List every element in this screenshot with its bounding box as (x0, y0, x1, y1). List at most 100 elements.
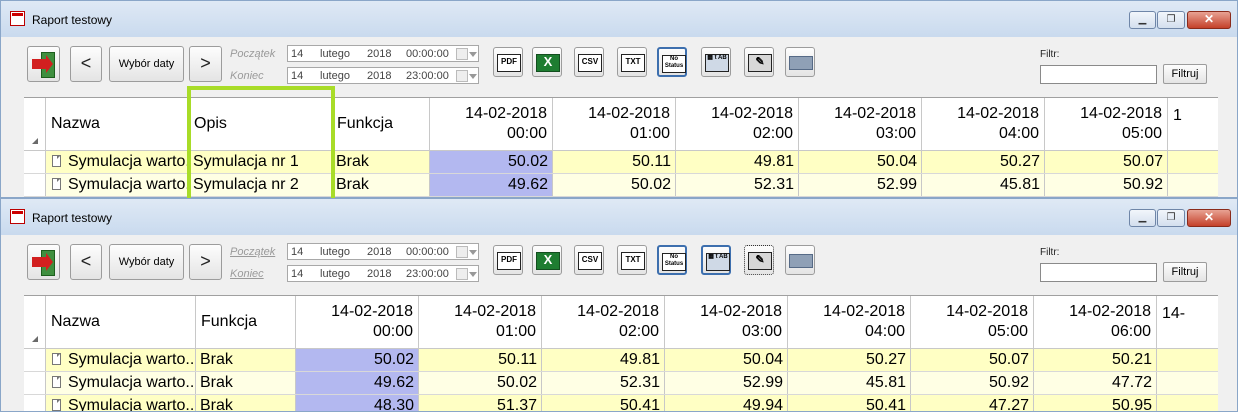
table-row[interactable]: Symulacja warto... Symulacja nr 2 Brak 4… (24, 174, 1218, 197)
toolbar: < Wybór daty > Początek Koniec 14 lutego… (11, 237, 1227, 295)
minimize-button[interactable]: ▁ (1129, 11, 1156, 29)
header-date-2[interactable]: 14-02-2018 02:00 (676, 98, 799, 150)
close-button[interactable]: ✕ (1187, 209, 1231, 227)
export-excel-button[interactable]: X (532, 245, 562, 275)
table-row[interactable]: Symulacja warto... Brak 48.30 51.37 50.4… (24, 395, 1218, 412)
filter-button[interactable]: Filtruj (1163, 262, 1207, 282)
export-excel-button[interactable]: X (532, 47, 562, 77)
no-status-toggle[interactable]: No Status (657, 47, 687, 77)
header-date-3[interactable]: 14-02-2018 03:00 (799, 98, 922, 150)
no-status-toggle[interactable]: No Status (657, 245, 687, 275)
filter-button[interactable]: Filtruj (1163, 64, 1207, 84)
calendar-checkbox-icon[interactable] (456, 48, 468, 60)
header-nazwa[interactable]: Nazwa (46, 98, 189, 150)
table-row[interactable]: Symulacja warto... Brak 49.62 50.02 52.3… (24, 372, 1218, 395)
end-label: Koniec (230, 268, 264, 280)
header-date-5[interactable]: 14-02-2018 05:00 (911, 296, 1034, 348)
chevron-down-icon[interactable] (469, 74, 477, 79)
end-datetime-picker[interactable]: 14 lutego 2018 23:00:00 (287, 265, 479, 282)
cell-value: 50.04 (665, 349, 788, 371)
edit-button[interactable]: ✎ (744, 47, 774, 77)
export-pdf-button[interactable]: PDF (493, 47, 523, 77)
row-header[interactable] (24, 395, 46, 411)
maximize-button[interactable]: ❐ (1157, 11, 1185, 29)
header-date-partial[interactable]: 14- (1157, 296, 1218, 348)
cell-value-partial (1168, 151, 1218, 173)
grid-layout-button[interactable]: ▦ t AB (701, 47, 731, 77)
start-datetime-picker[interactable]: 14 lutego 2018 00:00:00 (287, 243, 479, 260)
cell-value-partial (1157, 349, 1218, 371)
row-header[interactable] (24, 174, 46, 196)
print-button[interactable] (785, 47, 815, 77)
header-nazwa[interactable]: Nazwa (46, 296, 196, 348)
document-icon (52, 376, 61, 388)
header-funkcja[interactable]: Funkcja (196, 296, 296, 348)
header-funkcja[interactable]: Funkcja (332, 98, 430, 150)
cell-value: 50.27 (922, 151, 1045, 173)
cell-value: 50.02 (430, 151, 553, 173)
calendar-checkbox-icon[interactable] (456, 268, 468, 280)
header-date-4[interactable]: 14-02-2018 04:00 (922, 98, 1045, 150)
previous-button[interactable]: < (70, 46, 102, 82)
previous-button[interactable]: < (70, 244, 102, 280)
minimize-button[interactable]: ▁ (1129, 209, 1156, 227)
export-csv-button[interactable]: CSV (574, 47, 604, 77)
export-csv-button[interactable]: CSV (574, 245, 604, 275)
exit-arrow-icon (32, 253, 53, 271)
cell-value: 45.81 (922, 174, 1045, 196)
header-date: 14-02-2018 (834, 105, 916, 122)
header-date-0[interactable]: 14-02-2018 00:00 (430, 98, 553, 150)
exit-arrow-icon (32, 55, 53, 73)
export-txt-button[interactable]: TXT (617, 245, 647, 275)
choose-date-button[interactable]: Wybór daty (109, 244, 184, 280)
calendar-checkbox-icon[interactable] (456, 70, 468, 82)
start-day: 14 (291, 246, 304, 258)
no-status-icon: No Status (662, 55, 686, 73)
header-date-0[interactable]: 14-02-2018 00:00 (296, 296, 419, 348)
chevron-down-icon[interactable] (469, 52, 477, 57)
header-date-partial[interactable]: 1 (1168, 98, 1218, 150)
edit-button[interactable]: ✎ (744, 245, 774, 275)
cell-value: 49.62 (430, 174, 553, 196)
header-date-2[interactable]: 14-02-2018 02:00 (542, 296, 665, 348)
grid-layout-button[interactable]: ▦ t AB (701, 245, 731, 275)
document-icon (52, 399, 61, 411)
data-table: Nazwa Opis Funkcja 14-02-2018 00:00 14-02… (24, 97, 1218, 197)
filter-input[interactable] (1040, 263, 1157, 282)
excel-icon: X (536, 54, 560, 72)
edit-icon: ✎ (748, 54, 772, 72)
header-date-4[interactable]: 14-02-2018 04:00 (788, 296, 911, 348)
select-all-corner[interactable] (24, 98, 46, 150)
start-datetime-picker[interactable]: 14 lutego 2018 00:00:00 (287, 45, 479, 62)
close-button[interactable]: ✕ (1187, 11, 1231, 29)
cell-nazwa-text: Symulacja warto... (68, 397, 196, 412)
table-row[interactable]: Symulacja warto... Symulacja nr 1 Brak 5… (24, 151, 1218, 174)
calendar-checkbox-icon[interactable] (456, 246, 468, 258)
row-header[interactable] (24, 372, 46, 394)
header-date-5[interactable]: 14-02-2018 05:00 (1045, 98, 1168, 150)
cell-value: 50.92 (911, 372, 1034, 394)
next-button[interactable]: > (189, 46, 222, 82)
exit-button[interactable] (27, 244, 60, 280)
export-pdf-button[interactable]: PDF (493, 245, 523, 275)
row-header[interactable] (24, 349, 46, 371)
end-datetime-picker[interactable]: 14 lutego 2018 23:00:00 (287, 67, 479, 84)
next-button[interactable]: > (189, 244, 222, 280)
export-txt-button[interactable]: TXT (617, 47, 647, 77)
choose-date-button[interactable]: Wybór daty (109, 46, 184, 82)
header-date-6[interactable]: 14-02-2018 06:00 (1034, 296, 1157, 348)
row-header[interactable] (24, 151, 46, 173)
header-opis[interactable]: Opis (189, 98, 332, 150)
header-date-1[interactable]: 14-02-2018 01:00 (419, 296, 542, 348)
filter-input[interactable] (1040, 65, 1157, 84)
print-button[interactable] (785, 245, 815, 275)
cell-nazwa-text: Symulacja warto... (68, 351, 196, 368)
exit-button[interactable] (27, 46, 60, 82)
select-all-corner[interactable] (24, 296, 46, 348)
table-row[interactable]: Symulacja warto... Brak 50.02 50.11 49.8… (24, 349, 1218, 372)
header-date-1[interactable]: 14-02-2018 01:00 (553, 98, 676, 150)
chevron-down-icon[interactable] (469, 250, 477, 255)
chevron-down-icon[interactable] (469, 272, 477, 277)
header-date-3[interactable]: 14-02-2018 03:00 (665, 296, 788, 348)
maximize-button[interactable]: ❐ (1157, 209, 1185, 227)
